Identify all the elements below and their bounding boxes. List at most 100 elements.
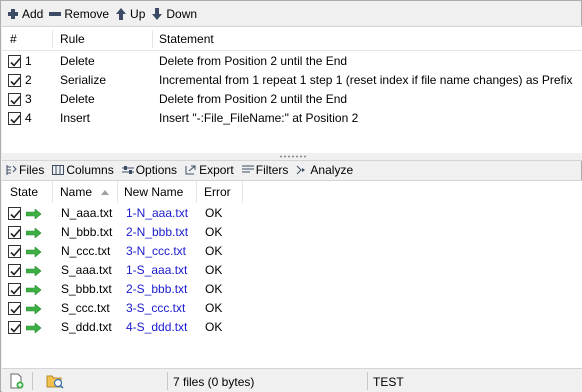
rule-row[interactable]: 4 Insert Insert "-:File_FileName:" at Po…	[2, 109, 582, 128]
status-bar: 7 files (0 bytes) TEST	[2, 368, 582, 392]
rules-toolbar: Add Remove Up Down	[2, 2, 580, 26]
rule-checkbox[interactable]	[8, 55, 21, 68]
rule-row[interactable]: 2 Serialize Incremental from 1 repeat 1 …	[2, 71, 582, 90]
panel-splitter[interactable]	[2, 153, 582, 160]
rules-column-rule[interactable]: Rule	[60, 27, 85, 51]
sort-ascending-icon	[101, 190, 109, 195]
export-menu[interactable]: Export	[185, 163, 234, 177]
file-row[interactable]: S_bbb.txt 2-S_bbb.txt OK	[2, 280, 582, 299]
rules-column-statement[interactable]: Statement	[159, 27, 214, 51]
arrow-right-icon	[26, 304, 42, 314]
column-divider[interactable]	[196, 181, 197, 203]
add-label: Add	[22, 7, 44, 21]
column-divider[interactable]	[52, 30, 53, 48]
files-column-name[interactable]: Name	[60, 181, 92, 203]
rules-column-number[interactable]: #	[10, 27, 17, 51]
down-label: Down	[166, 7, 198, 21]
file-row[interactable]: N_bbb.txt 2-N_bbb.txt OK	[2, 223, 582, 242]
column-divider[interactable]	[52, 181, 53, 203]
files-label: Files	[19, 163, 45, 177]
filters-menu[interactable]: Filters	[241, 163, 289, 177]
rule-statement: Delete from Position 2 until the End	[159, 92, 348, 106]
rule-number: 2	[25, 73, 32, 87]
file-error: OK	[205, 263, 223, 277]
file-row[interactable]: S_aaa.txt 1-S_aaa.txt OK	[2, 261, 582, 280]
file-new-name: 4-S_ddd.txt	[126, 320, 188, 334]
rule-name: Insert	[60, 111, 91, 125]
files-column-new-name[interactable]: New Name	[124, 181, 183, 203]
rule-number: 1	[25, 54, 32, 68]
filters-label: Filters	[255, 163, 289, 177]
options-menu[interactable]: Options	[121, 163, 178, 177]
file-name: S_ddd.txt	[61, 320, 112, 334]
rule-checkbox[interactable]	[8, 93, 21, 106]
column-divider[interactable]	[117, 181, 118, 203]
status-divider	[32, 372, 33, 390]
arrow-up-icon	[116, 8, 127, 20]
file-checkbox[interactable]	[8, 283, 21, 296]
files-table: State Name New Name Error N_aaa.txt 1-N_…	[2, 180, 582, 368]
analyze-icon	[297, 165, 306, 175]
file-row[interactable]: N_ccc.txt 3-N_ccc.txt OK	[2, 242, 582, 261]
file-checkbox[interactable]	[8, 207, 21, 220]
minus-icon	[49, 8, 62, 20]
add-folder-icon[interactable]	[46, 373, 64, 389]
analyze-menu[interactable]: Analyze	[296, 163, 353, 177]
options-label: Options	[135, 163, 178, 177]
plus-icon	[7, 8, 19, 20]
file-name: S_ccc.txt	[61, 301, 110, 315]
columns-menu[interactable]: Columns	[52, 163, 114, 177]
file-checkbox[interactable]	[8, 226, 21, 239]
file-count: 7 files (0 bytes)	[173, 375, 255, 389]
arrow-right-icon	[26, 285, 42, 295]
rule-checkbox[interactable]	[8, 112, 21, 125]
files-column-state[interactable]: State	[10, 181, 38, 203]
file-checkbox[interactable]	[8, 302, 21, 315]
file-new-name: 1-S_aaa.txt	[126, 263, 188, 277]
splitter-grip[interactable]	[279, 155, 307, 158]
file-new-name: 3-N_ccc.txt	[126, 244, 187, 258]
filters-icon	[241, 165, 254, 173]
rule-statement: Insert "-:File_FileName:" at Position 2	[159, 111, 359, 125]
arrow-right-icon	[26, 228, 42, 238]
columns-icon	[52, 165, 65, 175]
column-divider[interactable]	[152, 30, 153, 48]
file-checkbox[interactable]	[8, 264, 21, 277]
add-button[interactable]: Add	[5, 4, 47, 24]
file-checkbox[interactable]	[8, 321, 21, 334]
down-button[interactable]: Down	[149, 4, 201, 24]
column-divider[interactable]	[242, 181, 243, 203]
file-new-name: 2-N_bbb.txt	[126, 225, 189, 239]
file-row[interactable]: N_aaa.txt 1-N_aaa.txt OK	[2, 204, 582, 223]
rule-row[interactable]: 1 Delete Delete from Position 2 until th…	[2, 52, 582, 71]
export-icon	[185, 165, 196, 175]
file-error: OK	[205, 206, 223, 220]
file-new-name: 2-S_bbb.txt	[126, 282, 188, 296]
rules-header: # Rule Statement	[2, 27, 582, 51]
files-icon	[6, 165, 17, 175]
status-divider	[167, 372, 168, 390]
export-label: Export	[199, 163, 234, 177]
add-files-icon[interactable]	[8, 373, 24, 389]
file-error: OK	[205, 282, 223, 296]
rule-name: Delete	[60, 92, 95, 106]
files-header: State Name New Name Error	[2, 181, 582, 203]
arrow-right-icon	[26, 323, 42, 333]
up-button[interactable]: Up	[113, 4, 149, 24]
file-error: OK	[205, 244, 223, 258]
file-name: S_bbb.txt	[61, 282, 112, 296]
file-name: S_aaa.txt	[61, 263, 112, 277]
files-menu[interactable]: Files	[6, 163, 44, 177]
remove-button[interactable]: Remove	[47, 4, 113, 24]
file-row[interactable]: S_ccc.txt 3-S_ccc.txt OK	[2, 299, 582, 318]
file-row[interactable]: S_ddd.txt 4-S_ddd.txt OK	[2, 318, 582, 337]
rule-checkbox[interactable]	[8, 74, 21, 87]
columns-label: Columns	[66, 163, 114, 177]
file-checkbox[interactable]	[8, 245, 21, 258]
file-new-name: 1-N_aaa.txt	[126, 206, 189, 220]
file-error: OK	[205, 301, 223, 315]
files-column-error[interactable]: Error	[204, 181, 231, 203]
rule-row[interactable]: 3 Delete Delete from Position 2 until th…	[2, 90, 582, 109]
arrow-right-icon	[26, 247, 42, 257]
arrow-right-icon	[26, 209, 42, 219]
